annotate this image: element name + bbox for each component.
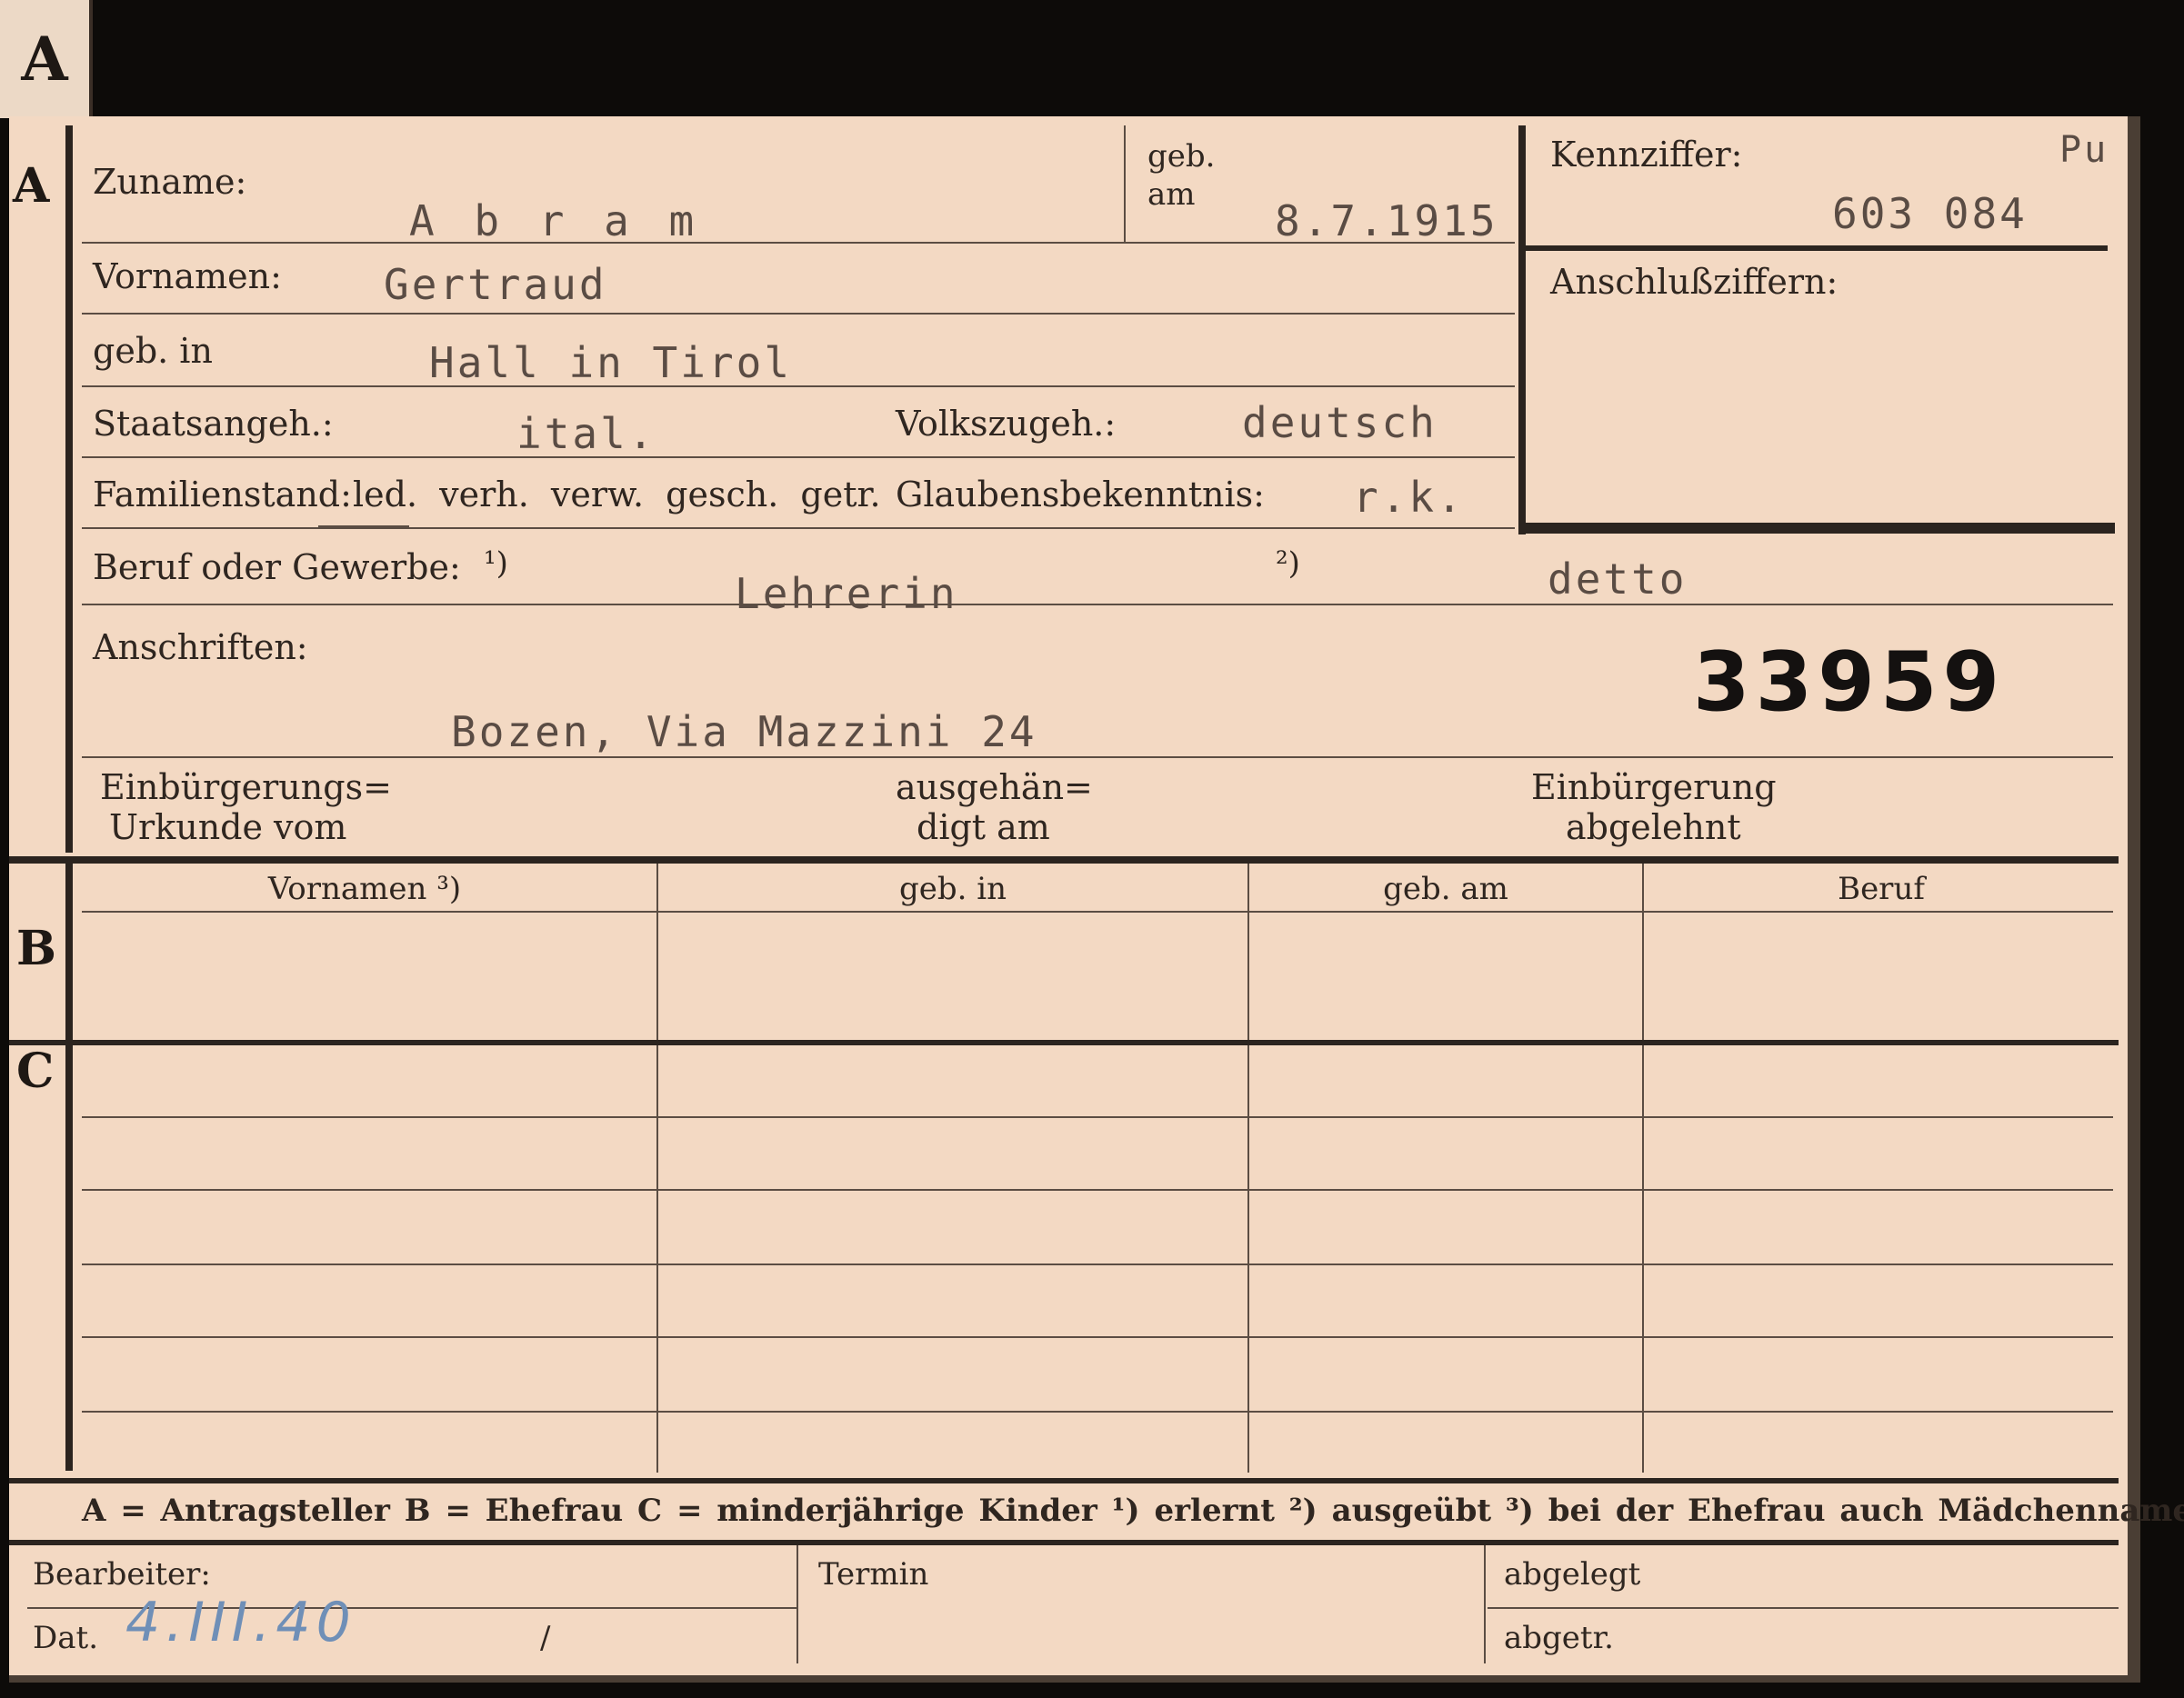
section-b-top (9, 856, 2119, 864)
legend-top (9, 1478, 2119, 1483)
section-b-label: B (16, 921, 56, 976)
rule (82, 1264, 2113, 1265)
kennziffer-label: Kennziffer: (1550, 135, 1743, 175)
geb-in-value: Hall in Tirol (429, 338, 793, 387)
section-bc-bar (65, 862, 73, 1162)
card-tab-letter: A (0, 0, 93, 118)
col-geb-am-header: geb. am (1383, 871, 1508, 907)
rule (1488, 1607, 2119, 1609)
col-divider (1642, 1047, 1644, 1473)
termin-label: Termin (818, 1556, 929, 1593)
section-c-bar (65, 1162, 73, 1471)
abgelegt-label: abgelegt (1504, 1556, 1641, 1593)
rule (82, 911, 2113, 913)
zuname-label: Zuname: (93, 162, 247, 202)
col-divider (1247, 1047, 1249, 1473)
kennziffer-value: 603 084 (1832, 189, 2028, 238)
rule (82, 242, 1515, 244)
dat-handwritten-value: 4.III.40 (125, 1591, 356, 1654)
einbuergerung-label-2: abgelehnt (1566, 807, 1741, 847)
anschrift-value: Bozen, Via Mazzini 24 (451, 707, 1037, 756)
section-a-label: A (13, 158, 50, 214)
rule (82, 456, 1515, 458)
geb-am-value: 8.7.1915 (1275, 196, 1498, 245)
col-beruf-header: Beruf (1838, 871, 1925, 907)
glaubensbekenntnis-value: r.k. (1353, 473, 1465, 522)
einbuergerungs-label-1: Einbürgerungs= (100, 767, 392, 807)
bearbeiter-label: Bearbeiter: (33, 1556, 211, 1593)
geb-am-divider (1124, 125, 1126, 244)
geb-in-label: geb. in (93, 331, 213, 371)
section-c-top (9, 1040, 2119, 1045)
beruf-note-2: ²) (1276, 545, 1300, 582)
zuname-value: A b r a m (409, 196, 702, 245)
corner-mark: Pu (2059, 129, 2109, 171)
section-c-label: C (16, 1044, 55, 1099)
rule (82, 313, 1515, 315)
col-vornamen-header: Vornamen ³) (267, 871, 462, 907)
beruf-note-1: ¹) (484, 545, 508, 582)
familienstand-label: Familienstand: (93, 474, 352, 514)
beruf-label: Beruf oder Gewerbe: (93, 547, 461, 587)
beruf-ausgeuebt-value: detto (1548, 554, 1688, 604)
staatsangeh-value: ital. (516, 409, 656, 458)
legend: A = Antragsteller B = Ehefrau C = minder… (82, 1493, 2184, 1529)
rule (82, 1189, 2113, 1191)
volkszugeh-value: deutsch (1242, 398, 1438, 447)
file-number: 33959 (1693, 634, 2006, 730)
ausgehaen-label-1: ausgehän= (896, 767, 1093, 807)
einbuergerung-label-1: Einbürgerung (1531, 767, 1777, 807)
anschlussziffern-label: Anschlußziffern: (1550, 262, 1838, 302)
ausgehaen-label-2: digt am (917, 807, 1050, 847)
dat-slash: / (540, 1620, 551, 1656)
geb-label: geb. (1147, 138, 1216, 175)
footer-divider (796, 1545, 798, 1663)
dat-label: Dat. (33, 1620, 99, 1656)
vornamen-label: Vornamen: (93, 256, 282, 296)
col-divider (656, 1047, 658, 1473)
beruf-erlernt-value: Lehrerin (735, 569, 958, 618)
am-label: am (1147, 176, 1196, 213)
kennziffer-box-left (1518, 125, 1526, 534)
footer-divider (1484, 1545, 1486, 1663)
rule (82, 1116, 2113, 1118)
rule (82, 527, 1515, 529)
col-geb-in-header: geb. in (898, 871, 1007, 907)
anschriften-label: Anschriften: (93, 627, 308, 667)
rule (82, 385, 1515, 387)
glaubensbekenntnis-label: Glaubensbekenntnis: (896, 474, 1265, 514)
staatsangeh-label: Staatsangeh.: (93, 404, 334, 444)
rule (82, 604, 2113, 605)
section-a-bar (65, 125, 73, 853)
rule (82, 1411, 2113, 1413)
rule (82, 756, 2113, 758)
vornamen-value: Gertraud (384, 260, 607, 309)
registration-card: A B C Zuname: A b r a m geb. am 8.7.1915… (9, 116, 2184, 1683)
volkszugeh-label: Volkszugeh.: (896, 404, 1117, 444)
rule (82, 1336, 2113, 1338)
kennziffer-box-bottom (1526, 523, 2115, 534)
kennziffer-divider (1526, 245, 2108, 251)
legend-bottom (9, 1540, 2119, 1545)
einbuergerungs-label-2: Urkunde vom (109, 807, 347, 847)
familienstand-options: led. verh. verw. gesch. getr. (353, 474, 881, 514)
abgetr-label: abgetr. (1504, 1620, 1614, 1656)
